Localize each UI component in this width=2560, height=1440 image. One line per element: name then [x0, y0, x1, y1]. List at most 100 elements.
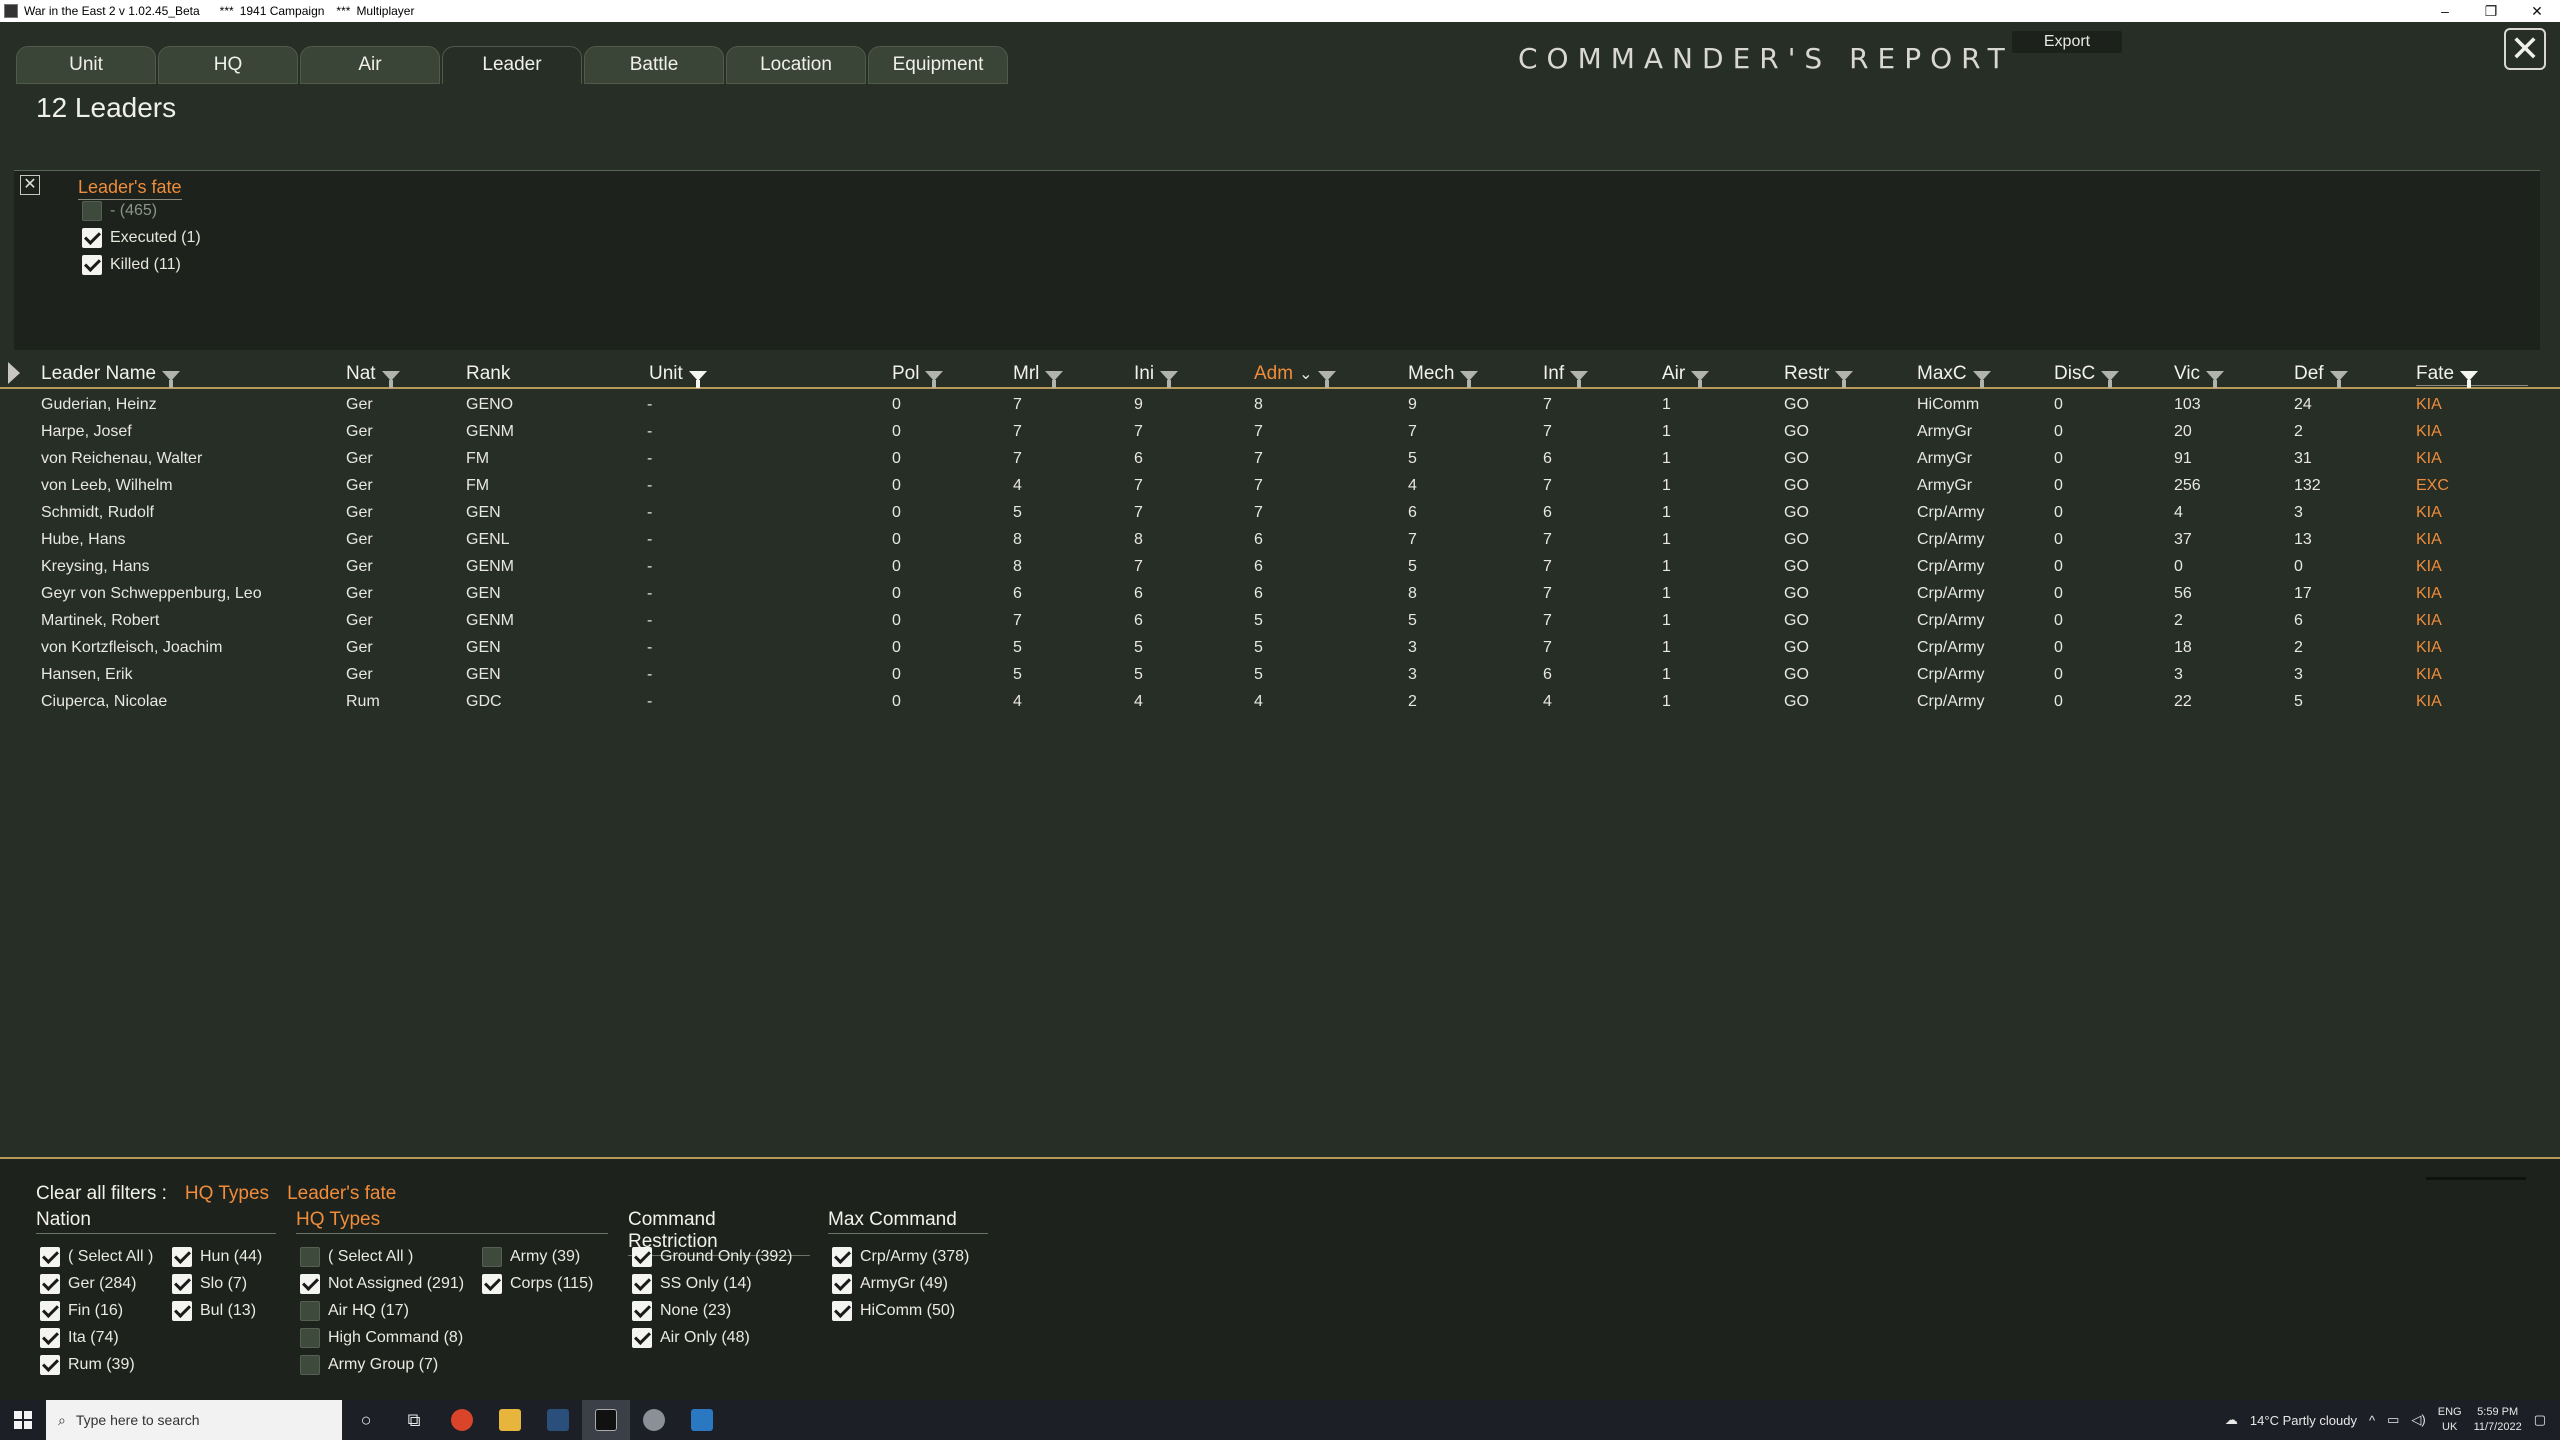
- war-in-the-east-icon[interactable]: [582, 1400, 630, 1440]
- checkbox-icon[interactable]: [40, 1328, 60, 1348]
- clock[interactable]: 5:59 PM 11/7/2022: [2474, 1405, 2522, 1435]
- checkbox-icon[interactable]: [172, 1247, 192, 1267]
- hq-type-option[interactable]: Not Assigned (291): [300, 1274, 464, 1294]
- table-row[interactable]: von Leeb, Wilhelm Ger FM - 0 4 7 7 4 7 1 GO ArmyGr 0 2…: [0, 473, 2560, 500]
- cell-leader-name[interactable]: Hube, Hans: [41, 531, 126, 549]
- cell-leader-name[interactable]: Kreysing, Hans: [41, 558, 150, 576]
- tab-air[interactable]: Air: [300, 46, 440, 84]
- filter-icon[interactable]: [1691, 371, 1710, 388]
- checkbox-icon[interactable]: [40, 1274, 60, 1294]
- active-filter-leaders-fate[interactable]: Leader's fate: [287, 1183, 396, 1205]
- filter-icon[interactable]: [925, 371, 944, 388]
- command-restriction-option[interactable]: Air Only (48): [632, 1328, 750, 1348]
- table-row[interactable]: Geyr von Schweppenburg, Leo Ger GEN - 0 6 6 6 8 7…: [0, 581, 2560, 608]
- checkbox-icon[interactable]: [300, 1247, 320, 1267]
- nation-option[interactable]: ( Select All ): [40, 1247, 153, 1267]
- checkbox-icon[interactable]: [482, 1247, 502, 1267]
- command-restriction-option[interactable]: None (23): [632, 1301, 731, 1321]
- export-button[interactable]: Export: [2012, 31, 2122, 53]
- taskbar-search[interactable]: ⌕ Type here to search: [46, 1400, 342, 1440]
- hq-type-option[interactable]: Corps (115): [482, 1274, 593, 1294]
- checkbox-icon[interactable]: [300, 1274, 320, 1294]
- column-header-inf[interactable]: Inf: [1543, 363, 1589, 388]
- column-header-adm[interactable]: Adm ⌄: [1254, 363, 1337, 388]
- table-row[interactable]: Kreysing, Hans Ger GENM - 0 8 7 6 5 7 1 GO Crp/Army 0…: [0, 554, 2560, 581]
- file-explorer-icon[interactable]: [486, 1400, 534, 1440]
- start-button[interactable]: [0, 1400, 46, 1440]
- tab-battle[interactable]: Battle: [584, 46, 724, 84]
- checkbox-icon[interactable]: [632, 1274, 652, 1294]
- hq-type-option[interactable]: High Command (8): [300, 1328, 463, 1348]
- nation-option[interactable]: Rum (39): [40, 1355, 135, 1375]
- cortana-icon[interactable]: ○: [342, 1400, 390, 1440]
- close-report-button[interactable]: ✕: [2504, 28, 2546, 70]
- cell-leader-name[interactable]: Schmidt, Rudolf: [41, 504, 154, 522]
- expand-arrow-icon[interactable]: [8, 362, 20, 384]
- column-header-vic[interactable]: Vic: [2174, 363, 2225, 388]
- checkbox-icon[interactable]: [300, 1355, 320, 1375]
- tab-leader[interactable]: Leader: [442, 46, 582, 84]
- clear-all-filters-button[interactable]: Clear all filters :: [36, 1183, 167, 1205]
- nation-option[interactable]: Ger (284): [40, 1274, 136, 1294]
- checkbox-icon[interactable]: [40, 1247, 60, 1267]
- filter-icon[interactable]: [2101, 371, 2120, 388]
- checkbox-icon[interactable]: [82, 255, 102, 275]
- app-icon[interactable]: [678, 1400, 726, 1440]
- tray-chevron-icon[interactable]: ^: [2369, 1413, 2375, 1428]
- hq-type-option[interactable]: Air HQ (17): [300, 1301, 409, 1321]
- checkbox-icon[interactable]: [40, 1301, 60, 1321]
- table-row[interactable]: von Kortzfleisch, Joachim Ger GEN - 0 5 5 5 3 7 1 G…: [0, 635, 2560, 662]
- network-icon[interactable]: ▭: [2387, 1412, 2399, 1428]
- checkbox-icon[interactable]: [172, 1301, 192, 1321]
- close-filter-icon[interactable]: ✕: [20, 175, 40, 195]
- cell-leader-name[interactable]: Hansen, Erik: [41, 666, 133, 684]
- checkbox-icon[interactable]: [172, 1274, 192, 1294]
- column-header-nat[interactable]: Nat: [346, 363, 400, 388]
- nation-option[interactable]: Fin (16): [40, 1301, 123, 1321]
- horizontal-scrollbar[interactable]: [2426, 1177, 2526, 1180]
- column-header-air[interactable]: Air: [1662, 363, 1710, 388]
- filter-icon[interactable]: [2206, 371, 2225, 388]
- table-row[interactable]: Guderian, Heinz Ger GENO - 0 7 9 8 9 7 1 GO HiComm 0 1…: [0, 392, 2560, 419]
- column-header-fate[interactable]: Fate: [2416, 363, 2529, 388]
- filter-icon[interactable]: [1160, 371, 1179, 388]
- table-row[interactable]: Hansen, Erik Ger GEN - 0 5 5 5 3 6 1 GO Crp/Army 0 3 3 K…: [0, 662, 2560, 689]
- hq-type-option[interactable]: Army (39): [482, 1247, 580, 1267]
- column-header-restr[interactable]: Restr: [1784, 363, 1854, 388]
- column-header-pol[interactable]: Pol: [892, 363, 944, 388]
- minimize-button[interactable]: –: [2422, 0, 2468, 22]
- filter-icon[interactable]: [1460, 371, 1479, 388]
- tab-location[interactable]: Location: [726, 46, 866, 84]
- checkbox-icon[interactable]: [482, 1274, 502, 1294]
- fate-option-killed[interactable]: Killed (11): [82, 255, 181, 275]
- nation-option[interactable]: Hun (44): [172, 1247, 262, 1267]
- chrome-icon[interactable]: [438, 1400, 486, 1440]
- column-header-ini[interactable]: Ini: [1134, 363, 1179, 388]
- nation-option[interactable]: Bul (13): [172, 1301, 256, 1321]
- checkbox-icon[interactable]: [832, 1274, 852, 1294]
- fate-option-executed[interactable]: Executed (1): [82, 228, 201, 248]
- column-header-mech[interactable]: Mech: [1408, 363, 1479, 388]
- restore-button[interactable]: ❐: [2468, 0, 2514, 22]
- fate-option-none[interactable]: - (465): [82, 201, 157, 221]
- max-command-option[interactable]: HiComm (50): [832, 1301, 955, 1321]
- checkbox-icon[interactable]: [632, 1328, 652, 1348]
- table-row[interactable]: Hube, Hans Ger GENL - 0 8 8 6 7 7 1 GO Crp/Army 0 37 13…: [0, 527, 2560, 554]
- filter-icon[interactable]: [688, 371, 707, 388]
- filter-icon[interactable]: [1835, 371, 1854, 388]
- cell-leader-name[interactable]: Martinek, Robert: [41, 612, 159, 630]
- checkbox-icon[interactable]: [82, 228, 102, 248]
- tab-hq[interactable]: HQ: [158, 46, 298, 84]
- app-icon[interactable]: [630, 1400, 678, 1440]
- table-row[interactable]: Schmidt, Rudolf Ger GEN - 0 5 7 7 6 6 1 GO Crp/Army 0…: [0, 500, 2560, 527]
- hq-type-option[interactable]: Army Group (7): [300, 1355, 438, 1375]
- nation-option[interactable]: Slo (7): [172, 1274, 247, 1294]
- tab-equipment[interactable]: Equipment: [868, 46, 1008, 84]
- checkbox-icon[interactable]: [82, 201, 102, 221]
- command-restriction-option[interactable]: SS Only (14): [632, 1274, 752, 1294]
- checkbox-icon[interactable]: [632, 1301, 652, 1321]
- steam-icon[interactable]: [534, 1400, 582, 1440]
- filter-icon[interactable]: [1045, 371, 1064, 388]
- checkbox-icon[interactable]: [832, 1247, 852, 1267]
- nation-option[interactable]: Ita (74): [40, 1328, 119, 1348]
